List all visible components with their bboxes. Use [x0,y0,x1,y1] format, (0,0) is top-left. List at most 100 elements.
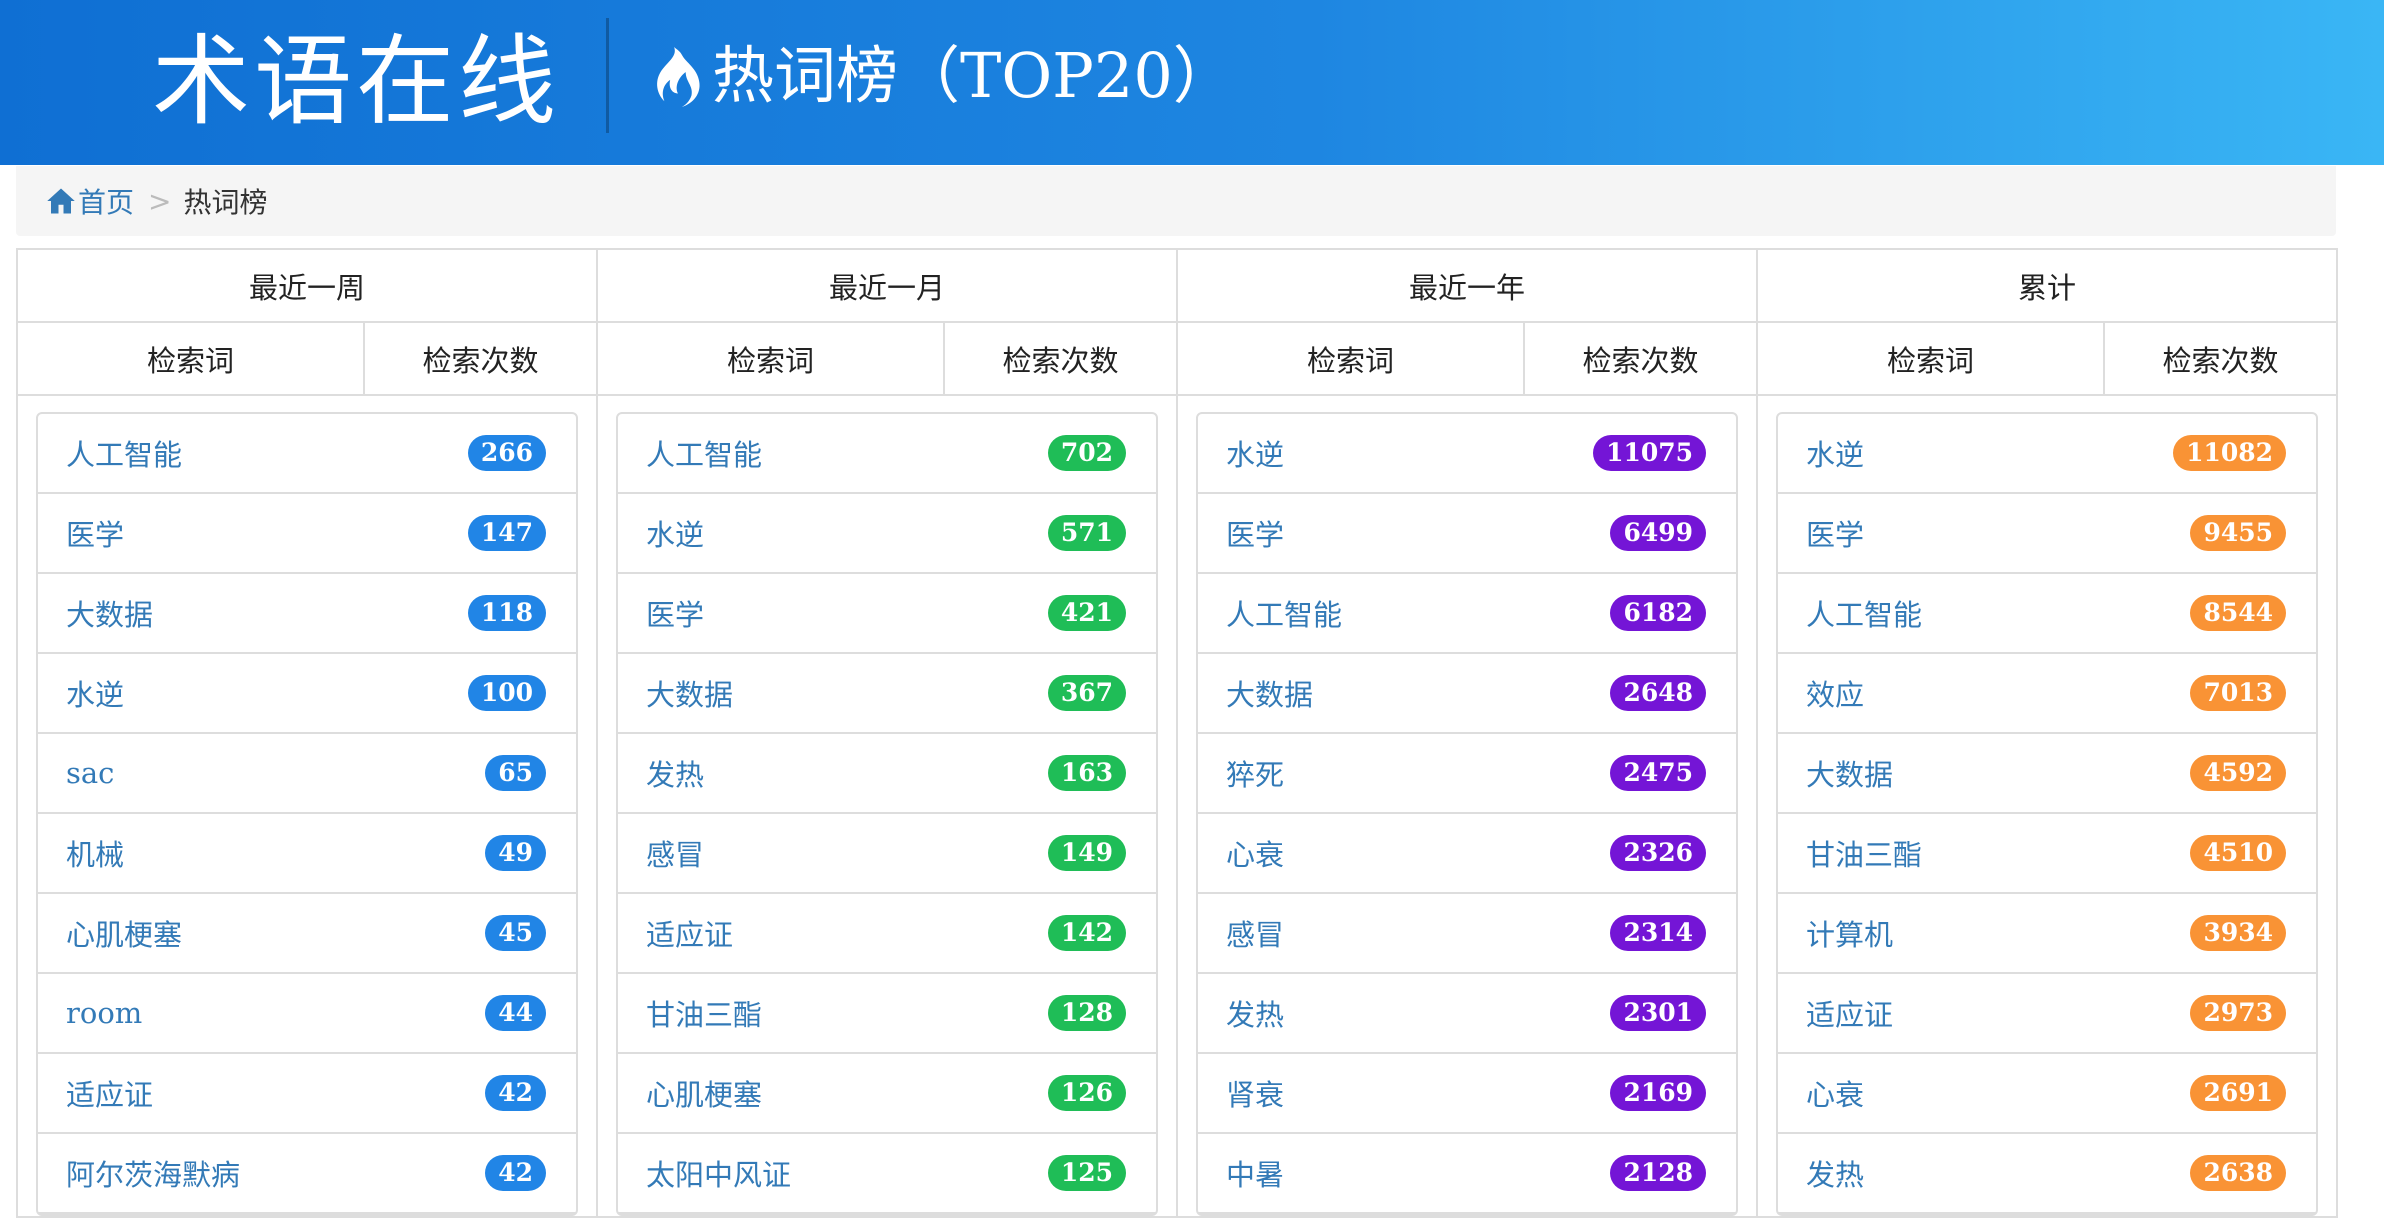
list-item[interactable]: 感冒 149 [618,814,1157,894]
term-link[interactable]: 发热 [646,752,704,794]
count-badge: 163 [1047,755,1127,791]
term-link[interactable]: 中暑 [1226,1152,1284,1194]
term-link[interactable]: 猝死 [1226,752,1284,794]
list-item[interactable]: room 44 [38,974,577,1054]
list-item[interactable]: 发热 2301 [1198,974,1737,1054]
list-item[interactable]: 大数据 2648 [1198,654,1737,734]
list-item[interactable]: 心肌梗塞 45 [38,894,577,974]
list-item[interactable]: 人工智能 8544 [1778,574,2317,654]
breadcrumb: 首页 > 热词榜 [16,166,2336,236]
term-link[interactable]: 医学 [66,512,124,554]
list-item[interactable]: 机械 49 [38,814,577,894]
term-link[interactable]: 机械 [66,832,124,874]
term-link[interactable]: 人工智能 [66,432,182,474]
term-link[interactable]: 心肌梗塞 [66,912,182,954]
term-link[interactable]: 计算机 [1806,912,1893,954]
term-link[interactable]: 大数据 [66,592,153,634]
count-badge: 128 [1047,995,1127,1031]
term-link[interactable]: 肾衰 [1226,1072,1284,1114]
term-link[interactable]: 感冒 [1226,912,1284,954]
list-item[interactable]: 感冒 2314 [1198,894,1737,974]
list-item[interactable]: 猝死 2475 [1198,734,1737,814]
list-item[interactable]: 水逆 571 [618,494,1157,574]
breadcrumb-home-label: 首页 [78,186,135,219]
list-item[interactable]: 人工智能 266 [38,414,577,494]
term-link[interactable]: 发热 [1226,992,1284,1034]
count-badge: 45 [485,915,547,951]
breadcrumb-home-link[interactable]: 首页 [46,181,134,221]
list-item[interactable]: 水逆 11082 [1778,414,2317,494]
term-link[interactable]: 大数据 [1806,752,1893,794]
count-badge: 126 [1047,1075,1127,1111]
term-link[interactable]: 大数据 [1226,672,1313,714]
term-link[interactable]: 感冒 [646,832,704,874]
count-badge: 9455 [2190,515,2287,551]
term-link[interactable]: 大数据 [646,672,733,714]
list-item[interactable]: 水逆 11075 [1198,414,1737,494]
list-item[interactable]: 医学 9455 [1778,494,2317,574]
term-link[interactable]: 医学 [646,592,704,634]
year-ranking-list: 水逆 11075 医学 6499 人工智能 6182 大数据 2648 猝死 2475 心衰 2326… [1196,412,1739,1216]
term-link[interactable]: 水逆 [646,512,704,554]
list-item[interactable]: 医学 147 [38,494,577,574]
list-item[interactable]: 甘油三酯 128 [618,974,1157,1054]
term-link[interactable]: 太阳中风证 [646,1152,791,1194]
list-item[interactable]: 发热 2638 [1778,1134,2317,1214]
list-item[interactable]: 心肌梗塞 126 [618,1054,1157,1134]
count-badge: 3934 [2190,915,2287,951]
term-link[interactable]: 心肌梗塞 [646,1072,762,1114]
term-link[interactable]: 阿尔茨海默病 [66,1152,240,1194]
term-link[interactable]: 甘油三酯 [646,992,762,1034]
term-link[interactable]: 医学 [1806,512,1864,554]
list-item[interactable]: 适应证 2973 [1778,974,2317,1054]
site-logo[interactable]: 术语在线 [152,30,560,135]
term-link[interactable]: sac [66,756,114,790]
list-item[interactable]: 大数据 118 [38,574,577,654]
list-item[interactable]: 医学 421 [618,574,1157,654]
term-link[interactable]: 适应证 [646,912,733,954]
term-link[interactable]: 适应证 [1806,992,1893,1034]
list-item[interactable]: 适应证 142 [618,894,1157,974]
period-header-week: 最近一周 [15,248,599,323]
term-link[interactable]: 水逆 [66,672,124,714]
list-item[interactable]: 人工智能 702 [618,414,1157,494]
breadcrumb-separator: > [148,184,172,218]
term-link[interactable]: 适应证 [66,1072,153,1114]
list-item[interactable]: 医学 6499 [1198,494,1737,574]
list-item[interactable]: 阿尔茨海默病 42 [38,1134,577,1214]
term-link[interactable]: 发热 [1806,1152,1864,1194]
count-badge: 2691 [2190,1075,2287,1111]
list-item[interactable]: 心衰 2326 [1198,814,1737,894]
list-item[interactable]: 大数据 367 [618,654,1157,734]
list-item[interactable]: 心衰 2691 [1778,1054,2317,1134]
list-item[interactable]: 太阳中风证 125 [618,1134,1157,1214]
list-item[interactable]: 计算机 3934 [1778,894,2317,974]
list-item[interactable]: 肾衰 2169 [1198,1054,1737,1134]
count-badge: 2648 [1610,675,1707,711]
term-link[interactable]: room [66,996,142,1030]
list-item[interactable]: 大数据 4592 [1778,734,2317,814]
term-link[interactable]: 人工智能 [646,432,762,474]
term-link[interactable]: 水逆 [1806,432,1864,474]
list-item[interactable]: 发热 163 [618,734,1157,814]
term-link[interactable]: 医学 [1226,512,1284,554]
count-badge: 2301 [1610,995,1707,1031]
count-badge: 11075 [1593,435,1707,471]
list-item[interactable]: 水逆 100 [38,654,577,734]
term-link[interactable]: 人工智能 [1806,592,1922,634]
list-item[interactable]: sac 65 [38,734,577,814]
list-item[interactable]: 效应 7013 [1778,654,2317,734]
hot-words-table: 最近一周 最近一月 最近一年 累计 检索词 检索次数 检索词 检索次数 检索词 … [15,248,2339,1218]
list-item[interactable]: 中暑 2128 [1198,1134,1737,1214]
count-badge: 702 [1047,435,1127,471]
year-column: 水逆 11075 医学 6499 人工智能 6182 大数据 2648 猝死 2475 心衰 2326… [1176,394,1759,1218]
term-link[interactable]: 心衰 [1226,832,1284,874]
list-item[interactable]: 适应证 42 [38,1054,577,1134]
list-item[interactable]: 人工智能 6182 [1198,574,1737,654]
term-link[interactable]: 人工智能 [1226,592,1342,634]
term-link[interactable]: 心衰 [1806,1072,1864,1114]
term-link[interactable]: 甘油三酯 [1806,832,1922,874]
list-item[interactable]: 甘油三酯 4510 [1778,814,2317,894]
term-link[interactable]: 水逆 [1226,432,1284,474]
term-link[interactable]: 效应 [1806,672,1864,714]
